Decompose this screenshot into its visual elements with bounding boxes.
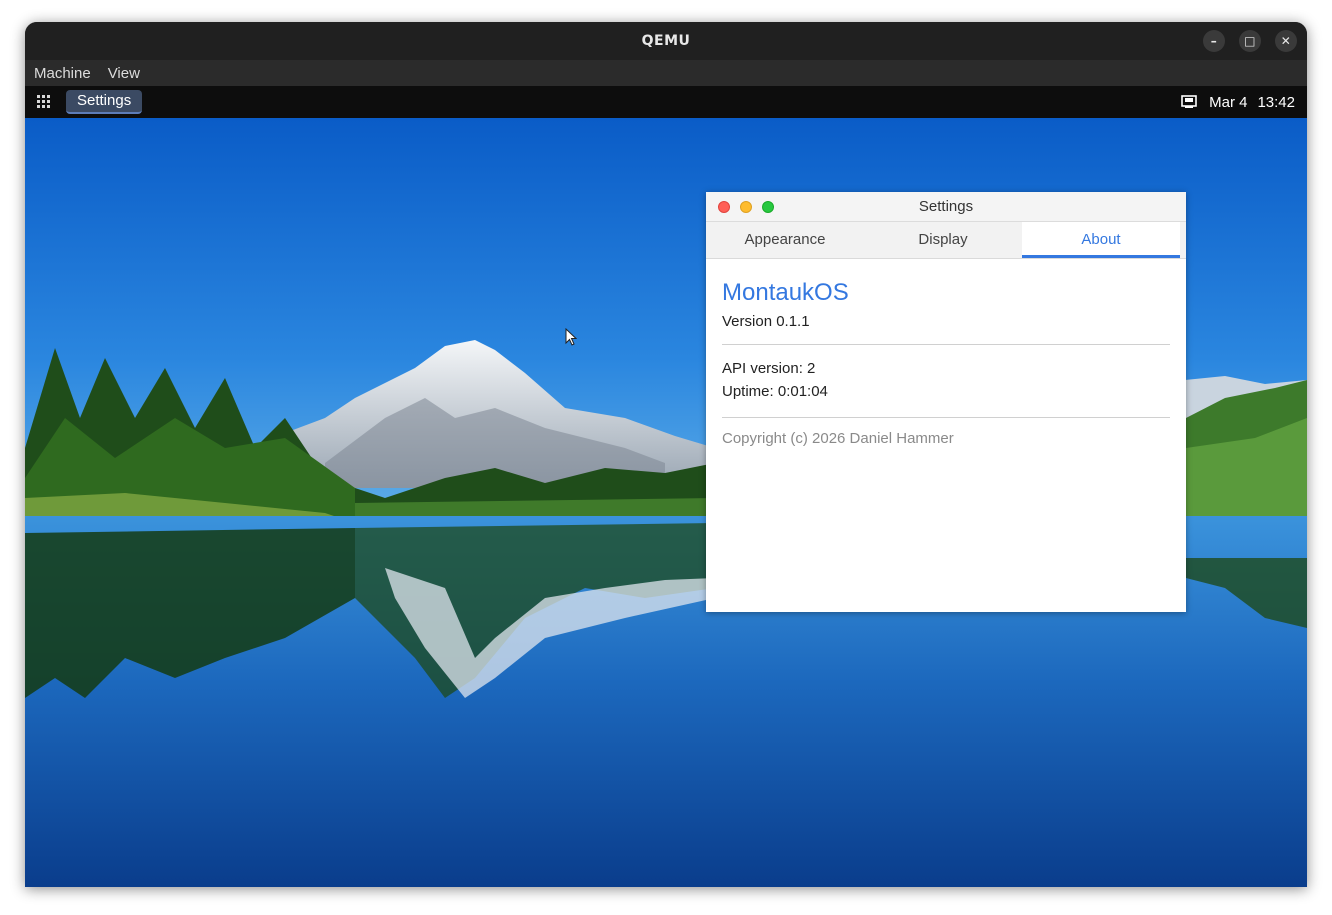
close-button[interactable]: ✕ [1275,30,1297,52]
settings-window: Settings Appearance Display About Montau… [706,192,1186,612]
mouse-cursor-icon [565,328,577,346]
system-tray: Mar 4 13:42 [1181,86,1295,118]
maximize-button[interactable]: □ [1239,30,1261,52]
qemu-menubar: Machine View [25,60,1307,86]
guest-top-panel: Settings Mar 4 13:42 [25,86,1307,118]
divider [722,344,1170,345]
traffic-lights [718,201,774,213]
taskbar-settings-button[interactable]: Settings [66,90,143,114]
product-name: MontaukOS [722,279,849,306]
menu-view[interactable]: View [108,65,140,82]
guest-screen: Settings Mar 4 13:42 Settings Appearance… [25,86,1307,887]
qemu-titlebar: QEMU – □ ✕ [25,22,1307,60]
window-maximize-button[interactable] [762,201,774,213]
app-grid-icon[interactable] [37,95,51,109]
qemu-window: QEMU – □ ✕ Machine View Settings Mar 4 1… [25,22,1307,887]
uptime-label: Uptime: 0:01:04 [722,383,828,400]
minimize-button[interactable]: – [1203,30,1225,52]
version-label: Version 0.1.1 [722,313,810,330]
divider [722,417,1170,418]
copyright-label: Copyright (c) 2026 Daniel Hammer [722,430,954,447]
tab-about[interactable]: About [1022,222,1180,258]
window-controls: – □ ✕ [1203,30,1297,52]
clock-date: Mar 4 [1209,93,1248,111]
about-panel: MontaukOS Version 0.1.1 API version: 2 U… [706,259,1186,447]
window-minimize-button[interactable] [740,201,752,213]
menu-machine[interactable]: Machine [34,65,91,82]
network-icon[interactable] [1181,95,1197,109]
window-close-button[interactable] [718,201,730,213]
qemu-title: QEMU [641,33,691,49]
settings-title: Settings [918,198,974,215]
settings-titlebar[interactable]: Settings [706,192,1186,222]
clock-time: 13:42 [1257,93,1295,111]
tab-appearance[interactable]: Appearance [706,222,864,258]
tab-display[interactable]: Display [864,222,1022,258]
settings-tabs: Appearance Display About [706,222,1186,259]
api-version-label: API version: 2 [722,360,816,377]
